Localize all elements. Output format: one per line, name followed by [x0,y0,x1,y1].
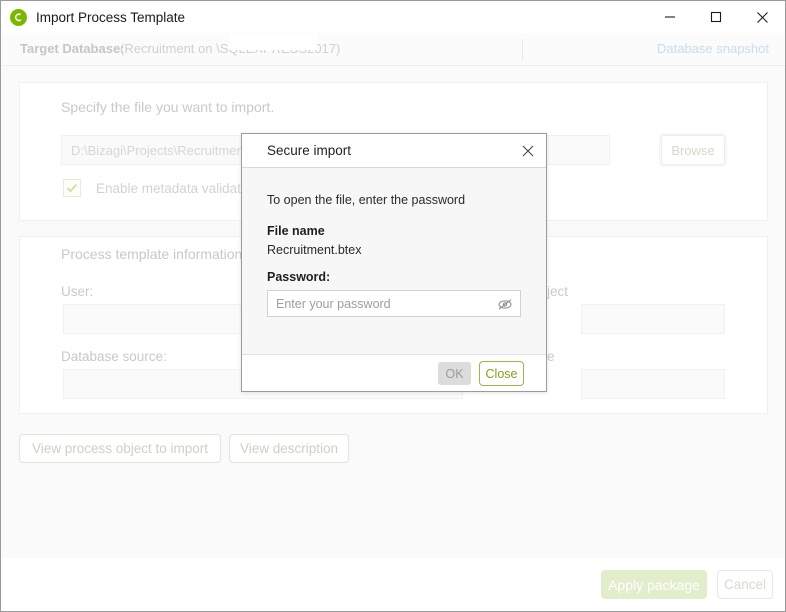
window-controls [647,1,785,33]
view-description-button[interactable]: View description [229,434,349,463]
close-button[interactable]: Close [479,361,524,386]
target-database-label: Target Database: [20,41,125,56]
file-path-placeholder: D:\Bizagi\Projects\Recruitment [71,143,248,158]
secure-import-header: Secure import [242,134,546,168]
maximize-icon[interactable] [693,1,739,33]
project-field [581,304,725,334]
password-field-wrapper [267,290,521,317]
secure-import-title: Secure import [267,143,352,158]
info-section-title: Process template information [61,246,243,262]
import-process-template-window: Import Process Template Target Database:… [0,0,786,612]
password-input[interactable] [268,291,493,316]
ok-button[interactable]: OK [438,362,471,385]
database-snapshot-link[interactable]: Database snapshot [657,41,769,56]
target-database-bar: Target Database: (Recruitment on \SQLEXP… [1,33,785,66]
view-process-object-button[interactable]: View process object to import [19,434,221,463]
password-label: Password: [267,270,331,284]
window-title: Import Process Template [36,9,186,25]
file-name-value: Recruitment.btex [267,243,362,257]
secure-import-footer: OK Close [242,354,546,391]
eye-off-icon[interactable] [496,295,514,313]
close-icon[interactable] [518,141,538,161]
enable-metadata-validation-label: Enable metadata validation [96,181,259,196]
apply-package-button[interactable]: Apply package [601,570,707,599]
bizagi-logo-icon [10,8,27,26]
user-label: User: [61,284,94,299]
browse-button[interactable]: Browse [661,135,725,165]
dialog-footer: Apply package Cancel [1,558,785,611]
close-icon[interactable] [739,1,785,33]
enable-metadata-validation-checkbox[interactable] [63,179,81,197]
date-field [581,369,725,399]
secure-import-instruction: To open the file, enter the password [267,193,466,207]
secure-import-dialog: Secure import To open the file, enter th… [241,133,547,392]
toolbar-divider [522,39,523,60]
file-section-title: Specify the file you want to import. [61,99,275,115]
title-bar: Import Process Template [1,1,785,33]
file-name-label: File name [267,224,325,238]
secure-import-body: To open the file, enter the password Fil… [242,168,546,354]
redacted-server-name [229,34,317,50]
database-source-label: Database source: [61,349,167,364]
minimize-icon[interactable] [647,1,693,33]
cancel-button[interactable]: Cancel [717,570,773,599]
